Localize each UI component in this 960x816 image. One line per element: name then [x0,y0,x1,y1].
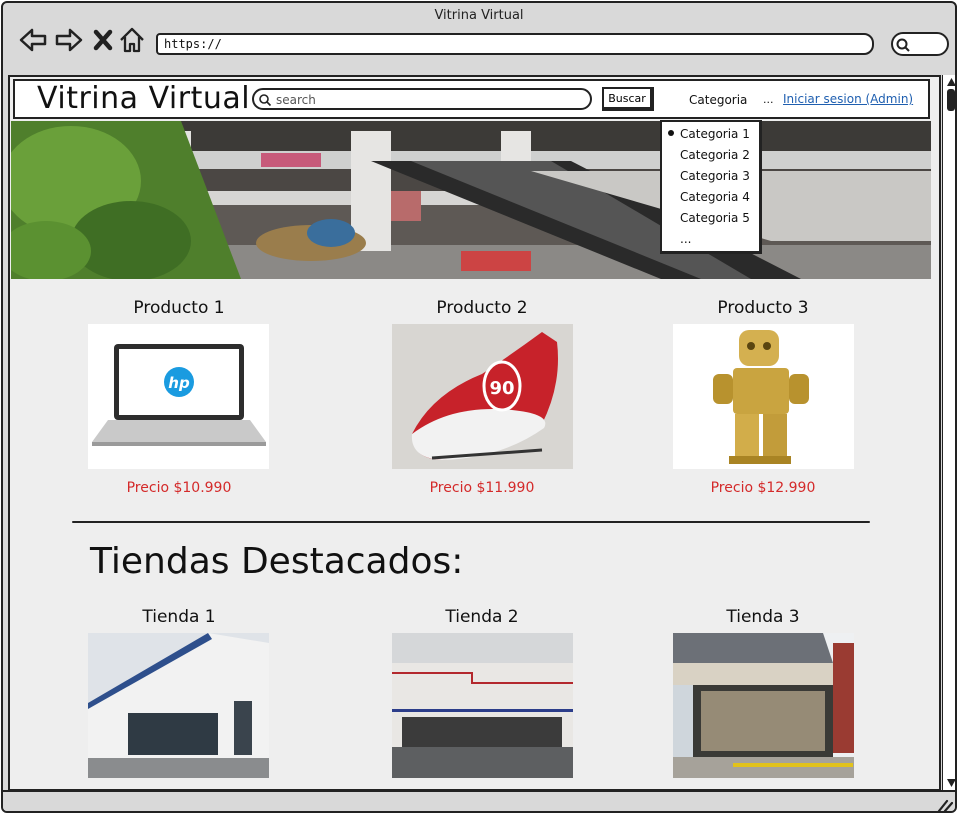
home-icon[interactable] [117,25,147,55]
page-viewport: Vitrina Virtual Buscar Categoria ... Ini… [8,75,941,791]
selected-bullet-icon [668,130,674,136]
address-bar[interactable]: https:// [156,33,874,55]
category-option-more[interactable]: ... [680,230,691,248]
store-image-2[interactable] [392,633,573,778]
product-title[interactable]: Producto 1 [69,298,289,318]
status-bar [3,790,955,812]
browser-search-field[interactable] [891,32,949,56]
store-image-1[interactable] [88,633,269,778]
search-input[interactable] [274,91,578,109]
stores-section-title: Tiendas Destacados: [90,541,464,582]
store-title[interactable]: Tienda 3 [653,607,873,627]
category-option-5[interactable]: Categoria 5 [680,209,750,227]
product-image-shoe[interactable]: 90 [392,324,573,469]
site-logo[interactable]: Vitrina Virtual [37,81,250,117]
product-image-gold-figure[interactable] [673,324,854,469]
category-option-4[interactable]: Categoria 4 [680,188,750,206]
admin-login-link[interactable]: Iniciar sesion (Admin) [783,92,913,106]
store-image-3[interactable] [673,633,854,778]
store-title[interactable]: Tienda 2 [372,607,592,627]
window-title: Vitrina Virtual [434,8,524,23]
category-menu-toggle[interactable]: Categoria [689,93,747,107]
browser-window: Vitrina Virtual https:// Vitrina Virtual [1,1,957,813]
store-title[interactable]: Tienda 1 [69,607,289,627]
product-price: Precio $10.990 [126,480,232,496]
hero-banner-image [11,121,931,279]
search-icon [896,38,910,52]
section-divider [72,521,870,523]
site-header: Vitrina Virtual Buscar Categoria ... Ini… [13,79,930,119]
category-option-1[interactable]: Categoria 1 [680,125,750,143]
svg-text:90: 90 [489,378,514,399]
url-text: https:// [164,37,222,51]
resize-grip-icon[interactable] [937,798,953,812]
buscar-button[interactable]: Buscar [602,87,654,111]
scroll-up-arrow-icon[interactable] [946,77,957,87]
category-option-3[interactable]: Categoria 3 [680,167,750,185]
site-search-box[interactable] [252,88,592,110]
scroll-down-arrow-icon[interactable] [946,778,957,788]
more-ellipsis: ... [763,93,774,106]
product-image-laptop[interactable]: hp [88,324,269,469]
scroll-thumb[interactable] [947,89,955,111]
product-title[interactable]: Producto 2 [372,298,592,318]
category-dropdown: Categoria 1 Categoria 2 Categoria 3 Cate… [660,120,762,254]
vertical-scrollbar[interactable] [942,75,957,791]
product-title[interactable]: Producto 3 [653,298,873,318]
stop-x-icon[interactable] [89,25,119,55]
category-option-2[interactable]: Categoria 2 [680,146,750,164]
product-price: Precio $12.990 [710,480,816,496]
back-arrow-icon[interactable] [18,25,48,55]
search-icon [259,94,272,107]
svg-text:hp: hp [168,374,190,392]
forward-arrow-icon[interactable] [54,25,84,55]
product-price: Precio $11.990 [429,480,535,496]
